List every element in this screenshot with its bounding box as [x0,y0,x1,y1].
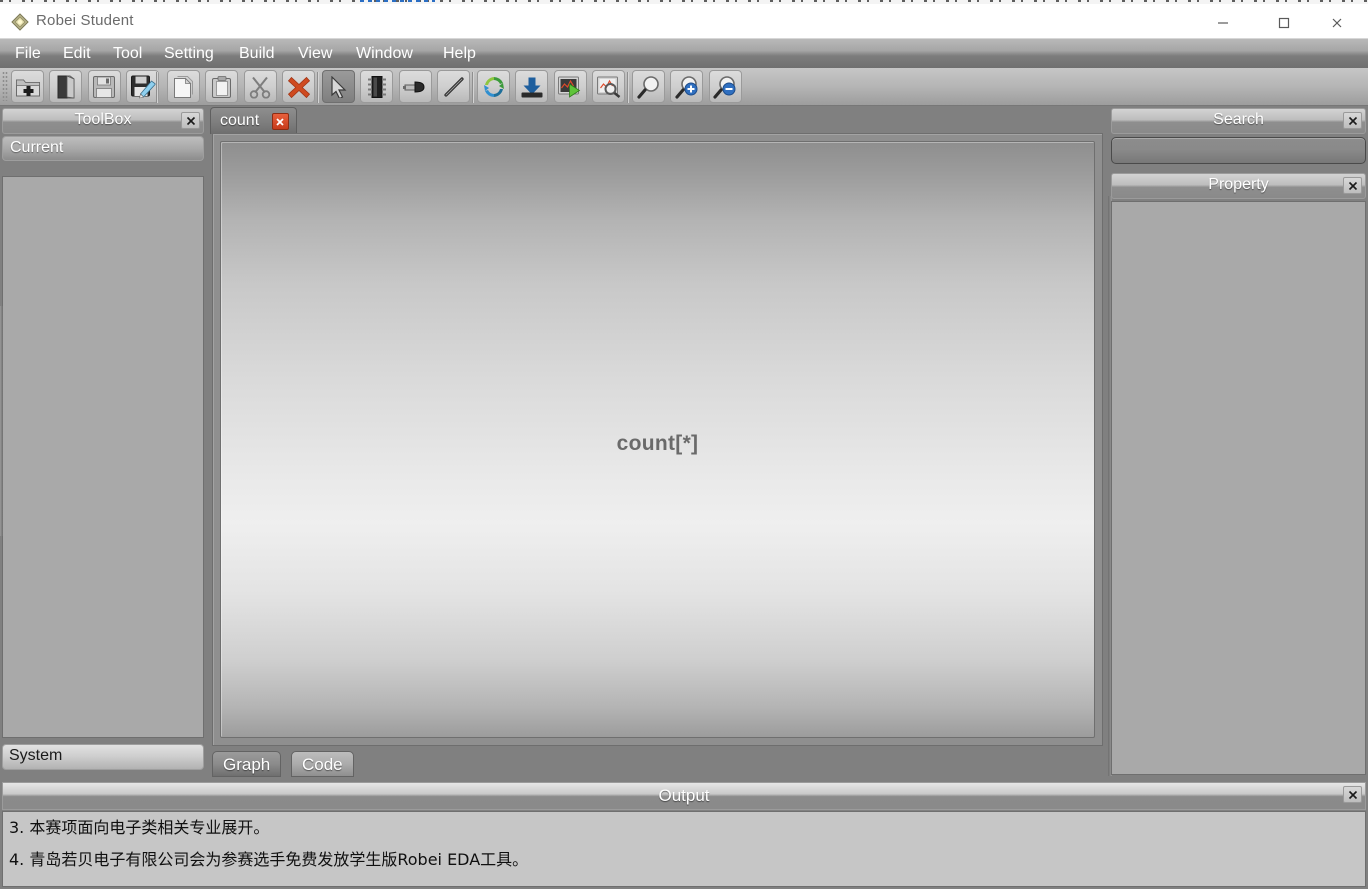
output-panel-header: Output [2,782,1366,810]
design-canvas-frame: count[*] [212,133,1103,746]
download-icon[interactable] [515,70,549,103]
cut-scissors-icon[interactable] [243,70,277,103]
port-plug-icon[interactable] [398,70,432,103]
left-dock-splitter[interactable] [0,306,3,536]
module-chip-icon[interactable] [360,70,394,103]
output-log[interactable]: 3. 本赛项面向电子类相关专业展开。 4. 青岛若贝电子有限公司会为参赛选手免费… [2,811,1366,887]
tab-graph[interactable]: Graph [212,751,282,777]
toolbox-panel-title: ToolBox [74,111,132,128]
output-log-line: 4. 青岛若贝电子有限公司会为参赛选手免费发放学生版Robei EDA工具。 [9,850,529,869]
toolbox-group-current[interactable]: Current [2,136,204,161]
paste-icon[interactable] [205,70,239,103]
menu-item-window[interactable]: Window [347,42,422,65]
toolbox-dock: ToolBox Current System [0,106,206,778]
background-window-link [360,0,435,2]
property-panel-title: Property [1208,176,1269,193]
editor-view-tabs: Graph Code [212,747,1103,777]
zoom-in-icon[interactable] [670,70,704,103]
search-input[interactable] [1111,137,1366,164]
menu-bar: File Edit Tool Setting Build View Window… [0,39,1368,69]
output-dock: Output 3. 本赛项面向电子类相关专业展开。 4. 青岛若贝电子有限公司会… [0,780,1368,889]
menu-item-file[interactable]: File [6,42,50,65]
search-panel-title: Search [1213,111,1264,128]
editor-tabstrip: count [207,106,1106,134]
toolbox-group-system[interactable]: System [2,744,204,770]
menu-item-setting[interactable]: Setting [155,42,223,65]
title-bar: Robei Student [0,4,1368,39]
menu-item-view[interactable]: View [289,42,341,65]
output-log-line: 3. 本赛项面向电子类相关专业展开。 [9,818,270,837]
maximize-button[interactable] [1261,8,1307,38]
editor-area: count count[*] Graph Code [207,106,1106,778]
close-button[interactable] [1314,8,1360,38]
right-dock: Search Property [1108,106,1368,778]
editor-tab-count[interactable]: count [210,107,297,134]
toolbar-separator-1 [156,72,158,103]
toolbar-group-edit [167,70,316,103]
save-icon[interactable] [87,70,121,103]
background-window-content [0,0,1368,2]
save-as-icon[interactable] [126,70,160,103]
new-project-icon[interactable] [11,70,44,103]
open-project-icon[interactable] [49,70,83,103]
menu-item-build[interactable]: Build [230,42,284,65]
toolbox-item-list[interactable] [2,176,204,738]
application-window: Robei Student File Edit Tool Setting Bui… [0,0,1368,889]
toolbar-group-build [477,70,626,103]
toolbar-separator-2 [317,72,319,103]
output-panel-title: Output [658,786,710,805]
search-close-icon[interactable] [1343,112,1362,129]
main-toolbar [0,68,1368,106]
toolbar-group-draw [322,70,471,103]
delete-x-icon[interactable] [282,70,316,103]
toolbox-close-icon[interactable] [181,112,200,129]
toolbox-group-current-label: Current [10,139,64,156]
app-title: Robei Student [36,12,134,29]
tab-close-icon[interactable] [271,113,289,130]
canvas-module-label: count[*] [616,432,699,455]
toolbox-group-system-label: System [9,747,63,764]
toolbar-group-file [11,70,160,103]
tab-code[interactable]: Code [291,751,354,777]
compile-refresh-icon[interactable] [477,70,510,103]
output-close-icon[interactable] [1343,786,1362,803]
toolbox-panel-header: ToolBox [2,108,204,134]
menu-item-edit[interactable]: Edit [54,42,100,65]
robei-diamond-logo-icon [11,13,29,31]
toolbar-drag-handle[interactable] [2,71,8,101]
waveform-search-icon[interactable] [592,70,626,103]
property-grid[interactable] [1111,201,1366,775]
toolbar-separator-3 [472,72,474,103]
toolbar-separator-4 [627,72,629,103]
copy-icon[interactable] [167,70,200,103]
zoom-out-icon[interactable] [708,70,742,103]
zoom-fit-icon[interactable] [632,70,665,103]
editor-tab-label: count [220,112,260,129]
wire-line-icon[interactable] [437,70,471,103]
property-panel-header: Property [1111,173,1366,199]
simulate-run-icon[interactable] [553,70,587,103]
property-close-icon[interactable] [1343,177,1362,194]
toolbar-group-zoom [632,70,743,103]
search-panel-header: Search [1111,108,1366,134]
menu-item-tool[interactable]: Tool [104,42,151,65]
design-canvas[interactable]: count[*] [220,141,1095,738]
select-arrow-icon[interactable] [322,70,355,103]
menu-item-help[interactable]: Help [434,42,485,65]
minimize-button[interactable] [1200,8,1246,38]
